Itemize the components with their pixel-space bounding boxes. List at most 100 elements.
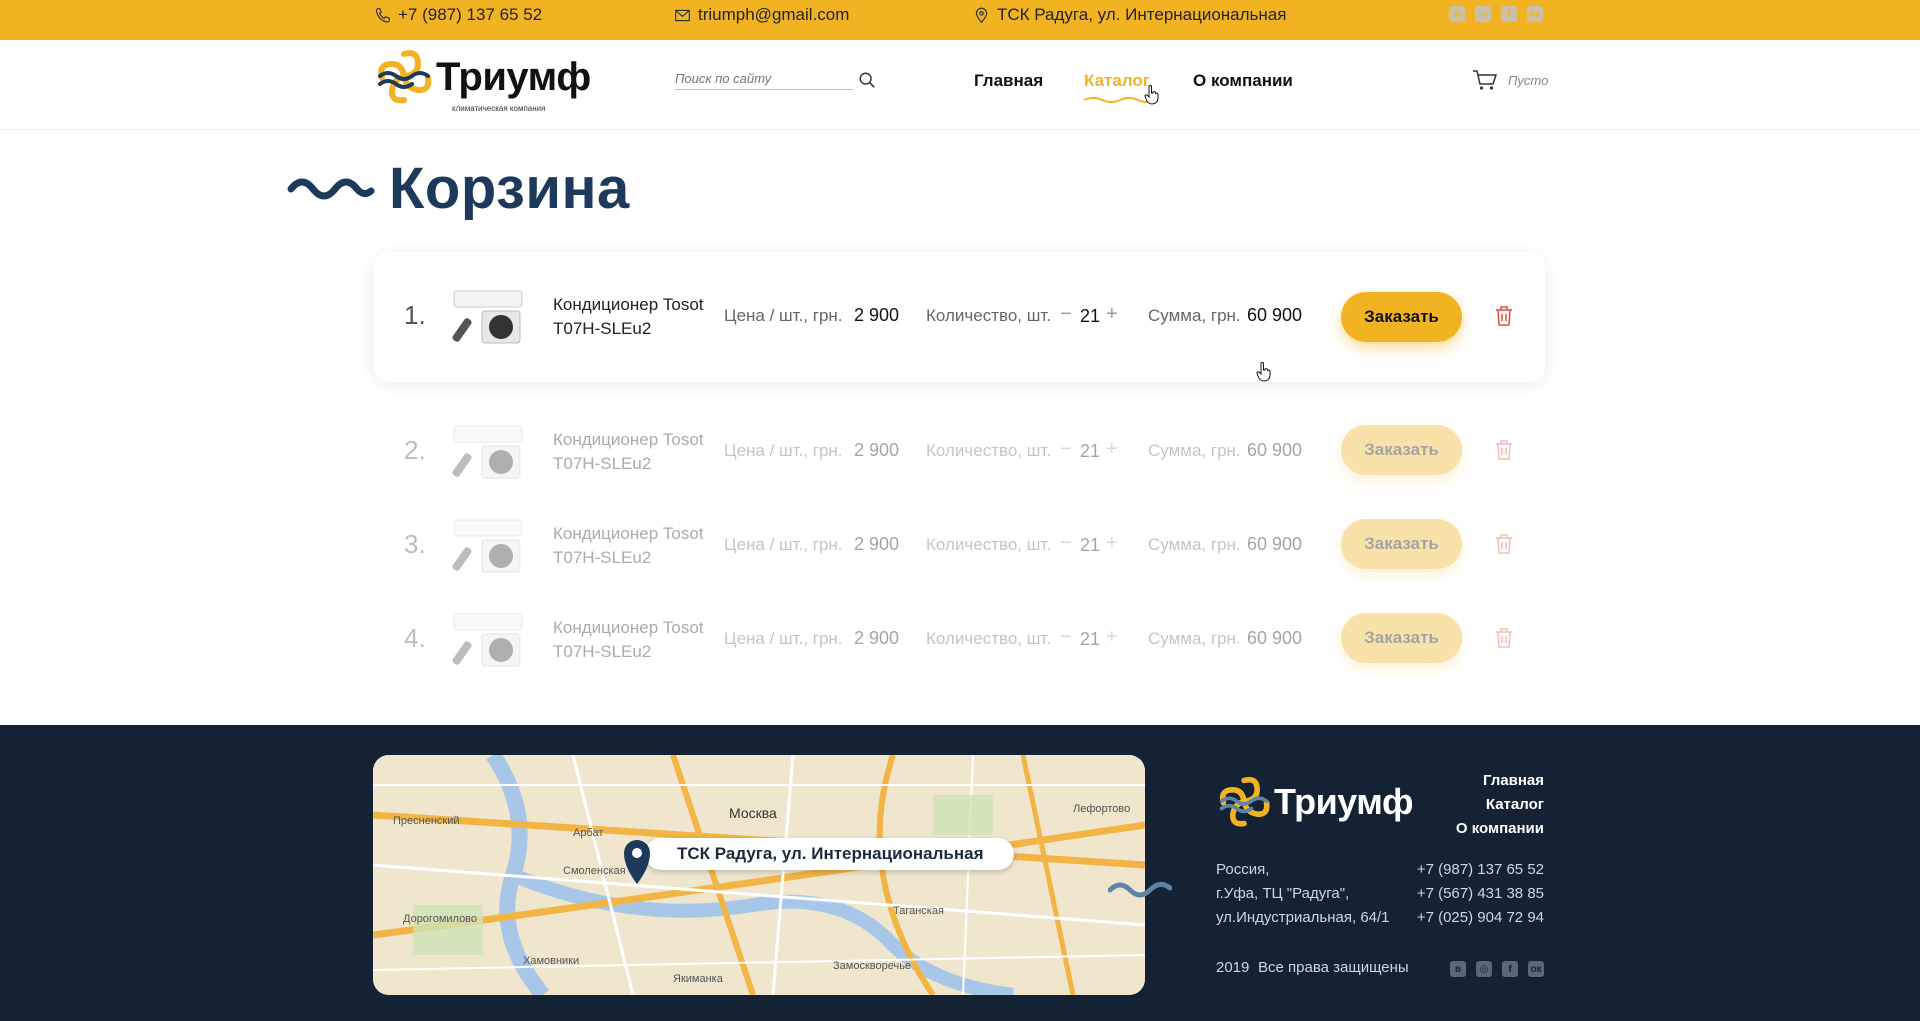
quantity-increase-button[interactable]: + <box>1106 626 1118 649</box>
price-value: 2 900 <box>854 534 900 554</box>
row-number: 2. <box>404 435 426 465</box>
price-value: 2 900 <box>854 440 900 460</box>
facebook-icon[interactable]: f <box>1501 6 1517 22</box>
map-place-label: Замоскворечье <box>833 960 912 972</box>
topbar-address[interactable]: ТСК Радуга, ул. Интернациональная <box>973 5 1286 25</box>
footer-address: Россия, г.Уфа, ТЦ "Радуга", ул.Индустриа… <box>1216 858 1390 930</box>
map-place-label: Таганская <box>893 905 944 917</box>
sum-value: 60 900 <box>1247 440 1303 460</box>
product-name[interactable]: Кондиционер Tosot T07H-SLEu2 <box>553 428 713 476</box>
odnoklassniki-icon[interactable]: ок <box>1528 961 1544 977</box>
phone-icon <box>375 7 390 23</box>
vk-icon[interactable]: в <box>1450 961 1466 977</box>
order-button[interactable]: Заказать <box>1341 613 1462 663</box>
quantity-increase-button[interactable]: + <box>1106 438 1118 461</box>
map-place-label: Якиманка <box>673 973 723 985</box>
order-button[interactable]: Заказать <box>1341 425 1462 475</box>
odnoklassniki-circle-icon[interactable]: ◎ <box>1475 6 1491 22</box>
cart-row-4: 4. Кондиционер Tosot T07H-SLEu2 Цена / ш… <box>374 599 1545 679</box>
trash-icon[interactable] <box>1494 627 1514 649</box>
footer-link-about[interactable]: О компании <box>1456 820 1544 837</box>
logo-mark-icon <box>1219 776 1270 827</box>
sum-value: 60 900 <box>1247 534 1303 554</box>
quantity-label: Количество, шт. <box>926 629 1052 648</box>
location-pin-icon <box>975 7 988 23</box>
header: Триумф климатическая компания Главная Ка… <box>0 40 1920 130</box>
order-button[interactable]: Заказать <box>1341 519 1462 569</box>
quantity-decrease-button[interactable]: − <box>1060 532 1072 555</box>
quantity-label: Количество, шт. <box>926 306 1052 325</box>
odnoklassniki-circle-icon[interactable]: ◎ <box>1476 961 1492 977</box>
map-place-label: Пресненский <box>393 815 460 827</box>
topbar-social: в ◎ f ок <box>1449 6 1543 22</box>
footer-phone[interactable]: +7 (987) 137 65 52 <box>1417 861 1544 878</box>
product-name[interactable]: Кондиционер Tosot T07H-SLEu2 <box>553 522 713 570</box>
quantity-increase-button[interactable]: + <box>1106 532 1118 555</box>
price-label: Цена / шт., грн. <box>724 629 843 648</box>
map-marker-icon[interactable] <box>621 837 653 885</box>
search-icon[interactable] <box>858 71 876 89</box>
nav-catalog[interactable]: Каталог <box>1084 71 1150 91</box>
product-image <box>452 290 523 344</box>
price-label: Цена / шт., грн. <box>724 441 843 460</box>
nav-about[interactable]: О компании <box>1193 71 1293 91</box>
quantity-value[interactable]: 21 <box>1080 629 1100 650</box>
row-number: 3. <box>404 529 426 559</box>
vk-icon[interactable]: в <box>1449 6 1465 22</box>
map-place-label: Москва <box>729 805 777 821</box>
page: +7 (987) 137 65 52 triumph@gmail.com ТСК… <box>0 0 1920 1021</box>
cart-row-1: 1. Кондиционер Tosot T07H-SLEu2 Цена / ш… <box>374 252 1545 382</box>
footer-logo[interactable]: Триумф <box>1216 773 1413 831</box>
trash-icon[interactable] <box>1494 533 1514 555</box>
mail-icon <box>675 9 690 21</box>
product-name[interactable]: Кондиционер Tosot T07H-SLEu2 <box>553 293 713 341</box>
footer-link-catalog[interactable]: Каталог <box>1486 796 1544 813</box>
topbar-phone[interactable]: +7 (987) 137 65 52 <box>374 5 542 25</box>
quantity-label: Количество, шт. <box>926 441 1052 460</box>
sum-value: 60 900 <box>1247 305 1303 325</box>
quantity-value[interactable]: 21 <box>1080 535 1100 556</box>
footer-link-home[interactable]: Главная <box>1483 772 1544 789</box>
quantity-value[interactable]: 21 <box>1080 306 1100 327</box>
phone-text: +7 (987) 137 65 52 <box>398 5 543 24</box>
sum-value: 60 900 <box>1247 628 1303 648</box>
quantity-decrease-button[interactable]: − <box>1060 438 1072 461</box>
footer-year: 2019 <box>1216 959 1250 976</box>
quantity-value[interactable]: 21 <box>1080 441 1100 462</box>
footer-social: в ◎ f ок <box>1450 961 1544 977</box>
hand-cursor-icon <box>1256 362 1271 382</box>
topbar-email[interactable]: triumph@gmail.com <box>674 5 849 25</box>
price-value: 2 900 <box>854 628 900 648</box>
address-text: ТСК Радуга, ул. Интернациональная <box>997 5 1287 24</box>
nav-home[interactable]: Главная <box>974 71 1043 91</box>
quantity-increase-button[interactable]: + <box>1106 303 1118 326</box>
top-bar: +7 (987) 137 65 52 triumph@gmail.com ТСК… <box>0 0 1920 40</box>
order-button[interactable]: Заказать <box>1341 292 1462 342</box>
cart-widget[interactable]: Пусто <box>1472 69 1548 91</box>
price-value: 2 900 <box>854 305 900 325</box>
facebook-icon[interactable]: f <box>1502 961 1518 977</box>
map[interactable]: Москва Арбат Лефортово Таганская Замоскв… <box>373 755 1145 995</box>
quantity-decrease-button[interactable]: − <box>1060 626 1072 649</box>
odnoklassniki-icon[interactable]: ок <box>1527 6 1543 22</box>
trash-icon[interactable] <box>1494 439 1514 461</box>
logo[interactable]: Триумф климатическая компания <box>374 46 591 113</box>
map-place-label: Арбат <box>573 827 604 839</box>
map-place-label: Лефортово <box>1073 803 1131 815</box>
search-box <box>675 70 853 90</box>
footer-phone[interactable]: +7 (567) 431 38 85 <box>1417 885 1544 902</box>
search-input[interactable] <box>675 71 845 86</box>
trash-icon[interactable] <box>1494 305 1514 327</box>
footer-phone[interactable]: +7 (025) 904 72 94 <box>1417 909 1544 926</box>
logo-text: Триумф <box>436 54 591 99</box>
quantity-label: Количество, шт. <box>926 535 1052 554</box>
sum-label: Сумма, грн. <box>1148 441 1241 460</box>
quantity-decrease-button[interactable]: − <box>1060 303 1072 326</box>
product-name[interactable]: Кондиционер Tosot T07H-SLEu2 <box>553 616 713 664</box>
footer-wave-icon <box>1108 882 1172 898</box>
product-image <box>452 613 523 667</box>
sum-label: Сумма, грн. <box>1148 535 1241 554</box>
logo-mark-icon <box>378 50 432 104</box>
row-number: 1. <box>404 300 426 330</box>
map-pin-text: ТСК Радуга, ул. Интернациональная <box>677 844 984 863</box>
